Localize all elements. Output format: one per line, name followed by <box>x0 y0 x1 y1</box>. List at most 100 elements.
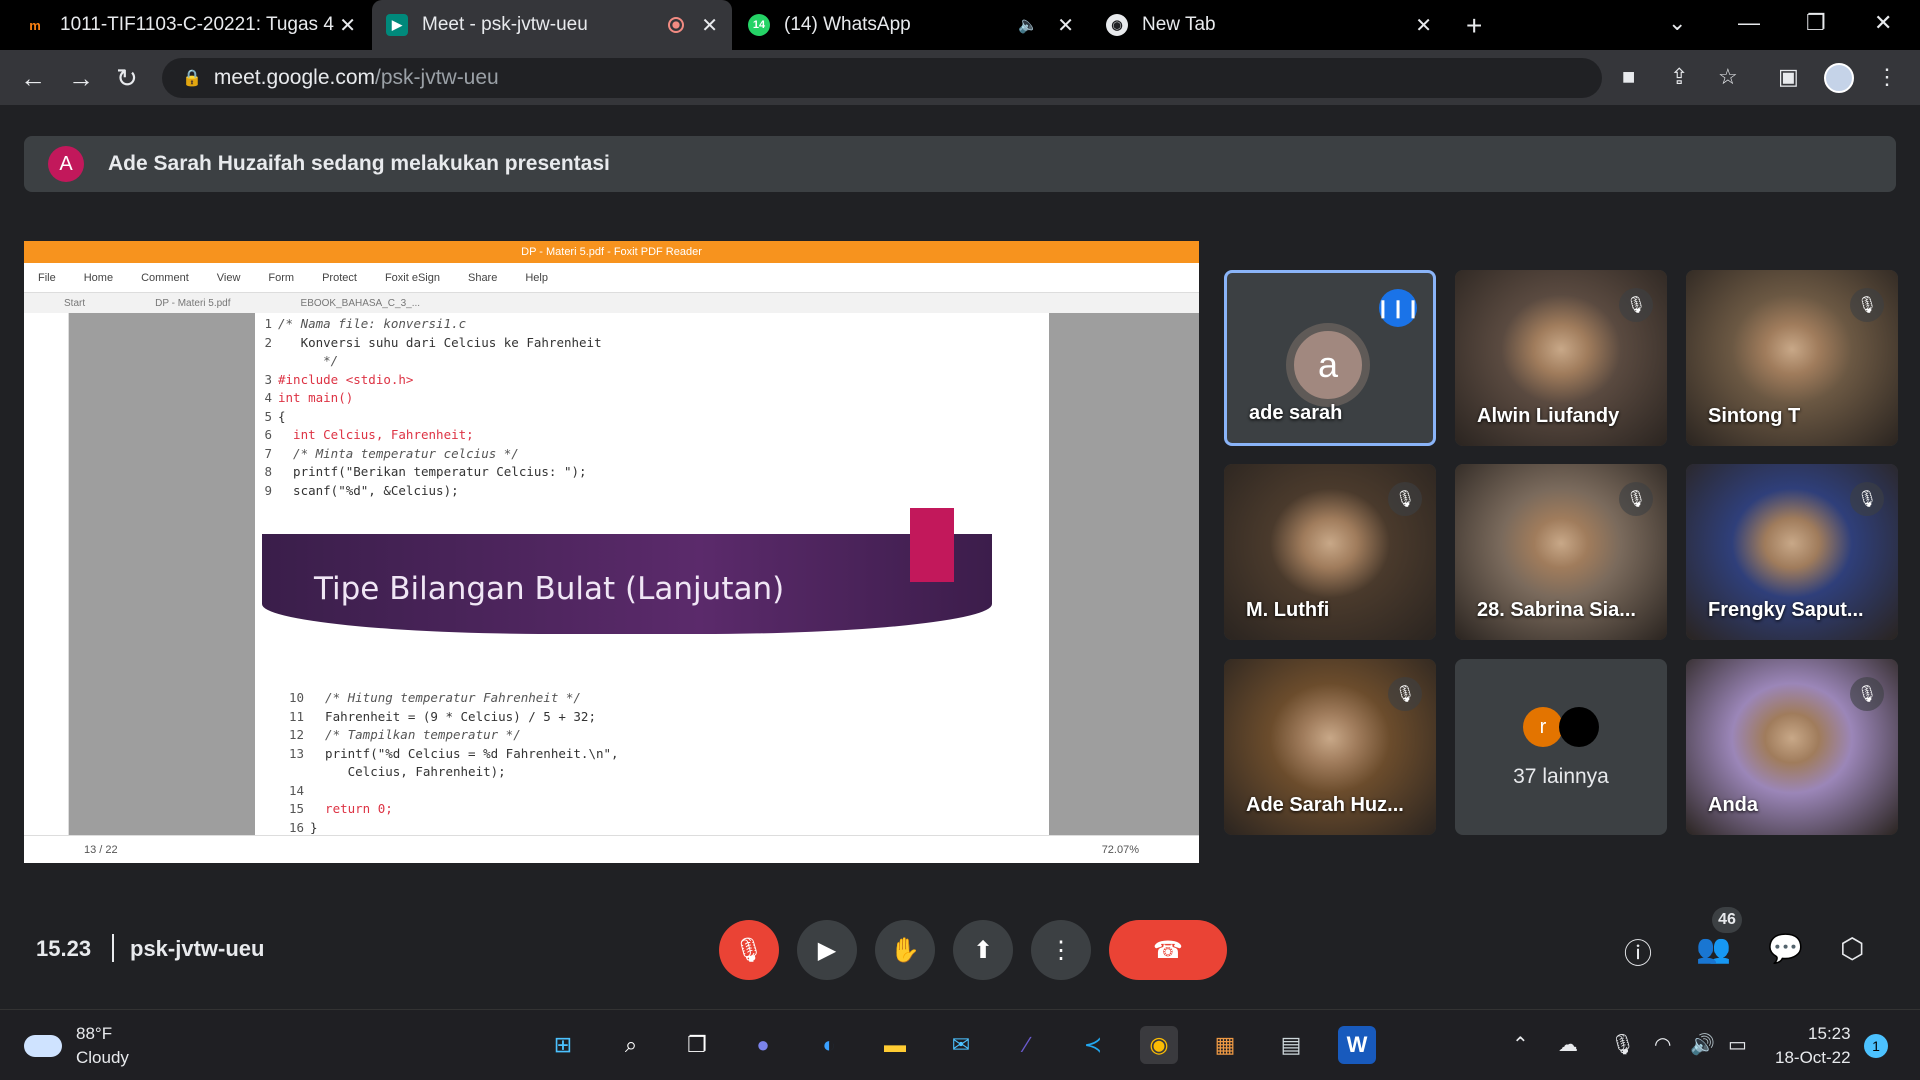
page-indicator[interactable]: 13 / 22 <box>84 844 118 856</box>
word-icon[interactable]: W <box>1338 1026 1376 1064</box>
participant-tile[interactable]: 🎙 Alwin Liufandy <box>1455 270 1667 446</box>
participant-tile[interactable]: 🎙 Ade Sarah Huz... <box>1224 659 1436 835</box>
menu-item[interactable]: File <box>38 272 56 284</box>
doc-tab[interactable]: DP - Materi 5.pdf <box>155 298 230 309</box>
share-icon[interactable]: ⇪ <box>1670 64 1688 90</box>
menu-item[interactable]: Help <box>525 272 548 284</box>
address-bar[interactable]: 🔒 meet.google.com/psk-jvtw-ueu <box>162 58 1602 98</box>
microphone-tray-icon[interactable]: 🎙 <box>1610 1032 1635 1057</box>
close-tab-icon[interactable]: ✕ <box>1057 13 1074 38</box>
menu-item[interactable]: View <box>217 272 241 284</box>
chrome-icon: ◉ <box>1106 14 1128 36</box>
line-number: 1 <box>264 316 272 331</box>
more-options-button[interactable]: ⋮ <box>1031 920 1091 980</box>
close-tab-icon[interactable]: ✕ <box>701 13 718 38</box>
side-panel-icon[interactable]: ▣ <box>1778 64 1799 90</box>
meeting-info-icon[interactable]: ⓘ <box>1624 932 1652 972</box>
battery-icon[interactable]: ▭ <box>1728 1032 1747 1057</box>
code-line: 11 Fahrenheit = (9 * Celcius) / 5 + 32; <box>286 708 619 727</box>
doc-tab[interactable]: Start <box>64 298 85 309</box>
clock[interactable]: 15:23 18-Oct-22 <box>1775 1022 1851 1070</box>
close-tab-icon[interactable]: ✕ <box>1415 13 1432 38</box>
participant-name: Alwin Liufandy <box>1477 405 1620 427</box>
code-line: 14 <box>286 782 619 801</box>
tab-new[interactable]: ◉ New Tab ✕ <box>1092 0 1446 50</box>
activities-icon[interactable]: ⬡ <box>1840 932 1864 965</box>
people-icon[interactable]: 👥 <box>1696 932 1731 965</box>
others-avatar: r <box>1523 707 1563 747</box>
participant-tile[interactable]: 🎙 28. Sabrina Sia... <box>1455 464 1667 640</box>
close-tab-icon[interactable]: ✕ <box>339 13 356 38</box>
browser-toolbar: ← → ↻ 🔒 meet.google.com/psk-jvtw-ueu ■ ⇪… <box>0 50 1920 105</box>
camera-in-use-icon[interactable]: ■ <box>1622 64 1635 90</box>
menu-item[interactable]: Home <box>84 272 113 284</box>
doc-tab[interactable]: EBOOK_BAHASA_C_3_... <box>301 298 421 309</box>
menu-item[interactable]: Protect <box>322 272 357 284</box>
menu-item[interactable]: Comment <box>141 272 189 284</box>
speaker-icon[interactable]: 🔈 <box>1018 15 1038 35</box>
line-number: 5 <box>264 408 272 424</box>
present-button[interactable]: ⬆ <box>953 920 1013 980</box>
pdf-doc-tabs: Start DP - Materi 5.pdf EBOOK_BAHASA_C_3… <box>24 293 1199 313</box>
search-icon[interactable]: ⌕ <box>612 1026 650 1064</box>
tab-whatsapp[interactable]: 14 (14) WhatsApp 🔈 ✕ <box>734 0 1088 50</box>
participant-tile[interactable]: 🎙 M. Luthfi <box>1224 464 1436 640</box>
mic-muted-icon: 🎙 <box>1619 288 1653 322</box>
participant-tile[interactable]: 🎙 Frengky Saput... <box>1686 464 1898 640</box>
mic-off-button[interactable]: 🎙 <box>719 920 779 980</box>
participant-tile[interactable]: a ❙❙❙ ade sarah <box>1224 270 1436 446</box>
chat-icon[interactable]: 💬 <box>1768 932 1803 965</box>
menu-item[interactable]: Foxit eSign <box>385 272 440 284</box>
mail-icon[interactable]: ✉ <box>942 1026 980 1064</box>
edge-icon[interactable]: ◐ <box>810 1026 848 1064</box>
forward-arrow-icon[interactable]: → <box>68 63 94 94</box>
participant-tile[interactable]: 🎙 Sintong T <box>1686 270 1898 446</box>
task-view-icon[interactable]: ❐ <box>678 1026 716 1064</box>
camera-button[interactable]: ▶ <box>797 920 857 980</box>
vscode-icon[interactable]: ≺ <box>1074 1026 1112 1064</box>
others-count-label: 37 lainnya <box>1513 765 1609 788</box>
code-text: Fahrenheit = (9 * Celcius) / 5 + 32; <box>310 708 596 724</box>
wifi-icon[interactable]: ◠ <box>1654 1032 1671 1057</box>
notification-badge[interactable]: 1 <box>1864 1034 1888 1058</box>
back-arrow-icon[interactable]: ← <box>20 63 46 94</box>
volume-icon[interactable]: 🔊 <box>1690 1032 1715 1057</box>
code-listing-bottom: 10 /* Hitung temperatur Fahrenheit */11 … <box>286 689 619 837</box>
raise-hand-button[interactable]: ✋ <box>875 920 935 980</box>
app-grid-icon[interactable]: ▦ <box>1206 1026 1244 1064</box>
participant-name: Sintong T <box>1708 405 1801 427</box>
line-number: 15 <box>288 801 304 816</box>
tab-search-chevron-icon[interactable]: ⌄ <box>1668 10 1686 36</box>
menu-item[interactable]: Share <box>468 272 497 284</box>
chrome-taskbar-icon[interactable]: ◉ <box>1140 1026 1178 1064</box>
weather-widget[interactable]: 88°F Cloudy <box>24 1022 129 1070</box>
participant-tile[interactable]: 🎙 Anda <box>1686 659 1898 835</box>
file-explorer-icon[interactable]: ▬ <box>876 1026 914 1064</box>
menu-item[interactable]: Form <box>268 272 294 284</box>
menu-kebab-icon[interactable]: ⋮ <box>1876 64 1898 90</box>
participant-tile[interactable]: r 37 lainnya <box>1455 659 1667 835</box>
pdf-menu-bar: File Home Comment View Form Protect Foxi… <box>24 263 1199 293</box>
zoom-level[interactable]: 72.07% <box>1102 844 1139 856</box>
tab-moodle[interactable]: m 1011-TIF1103-C-20221: Tugas 4 ✕ <box>10 0 370 50</box>
onedrive-icon[interactable]: ☁ <box>1558 1032 1578 1057</box>
code-line: 5{ <box>254 408 602 427</box>
math-app-icon[interactable]: ∕ <box>1008 1026 1046 1064</box>
line-number: 6 <box>264 427 272 442</box>
tray-chevron-icon[interactable]: ⌃ <box>1512 1032 1529 1057</box>
profile-avatar[interactable] <box>1824 63 1854 93</box>
bookmark-star-icon[interactable]: ☆ <box>1718 64 1738 90</box>
new-tab-plus-icon[interactable]: + <box>1466 10 1482 42</box>
minimize-icon[interactable]: — <box>1738 10 1760 36</box>
whatsapp-icon: 14 <box>748 14 770 36</box>
restore-icon[interactable]: ❐ <box>1806 10 1826 36</box>
clock-date: 18-Oct-22 <box>1775 1048 1851 1067</box>
teams-chat-icon[interactable]: ● <box>744 1026 782 1064</box>
end-call-button[interactable]: ☎ <box>1109 920 1227 980</box>
window-close-icon[interactable]: ✕ <box>1874 10 1892 36</box>
code-line: 1 /* Nama file: konversi1.c <box>254 315 602 334</box>
start-windows-icon[interactable]: ⊞ <box>544 1026 582 1064</box>
reload-icon[interactable]: ↻ <box>116 63 138 94</box>
tab-meet[interactable]: ▶ Meet - psk-jvtw-ueu ✕ <box>372 0 732 50</box>
notepad-icon[interactable]: ▤ <box>1272 1026 1310 1064</box>
